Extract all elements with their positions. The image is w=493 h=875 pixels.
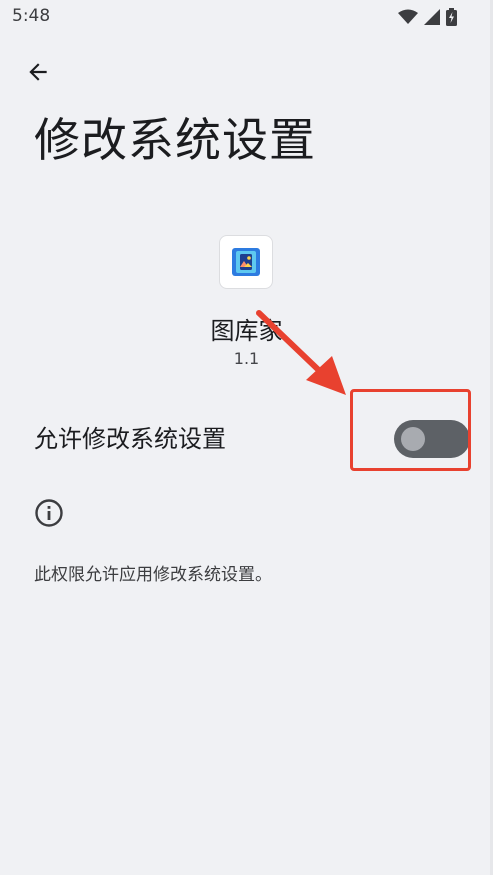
signal-icon bbox=[424, 9, 440, 25]
app-version: 1.1 bbox=[233, 349, 260, 368]
wifi-icon bbox=[398, 9, 418, 24]
status-bar: 5:48 bbox=[0, 0, 493, 34]
info-icon bbox=[35, 499, 63, 527]
app-icon bbox=[219, 235, 273, 289]
gallery-app-icon bbox=[232, 248, 260, 276]
annotation-highlight-box bbox=[350, 389, 471, 471]
back-arrow-icon bbox=[29, 63, 47, 81]
battery-icon bbox=[446, 8, 457, 26]
page-title: 修改系统设置 bbox=[34, 113, 316, 167]
status-time: 5:48 bbox=[12, 6, 51, 26]
status-icons bbox=[398, 8, 457, 26]
setting-label: 允许修改系统设置 bbox=[34, 425, 226, 453]
app-name: 图库家 bbox=[210, 317, 283, 345]
permission-description: 此权限允许应用修改系统设置。 bbox=[34, 565, 272, 585]
back-button[interactable] bbox=[22, 56, 54, 88]
